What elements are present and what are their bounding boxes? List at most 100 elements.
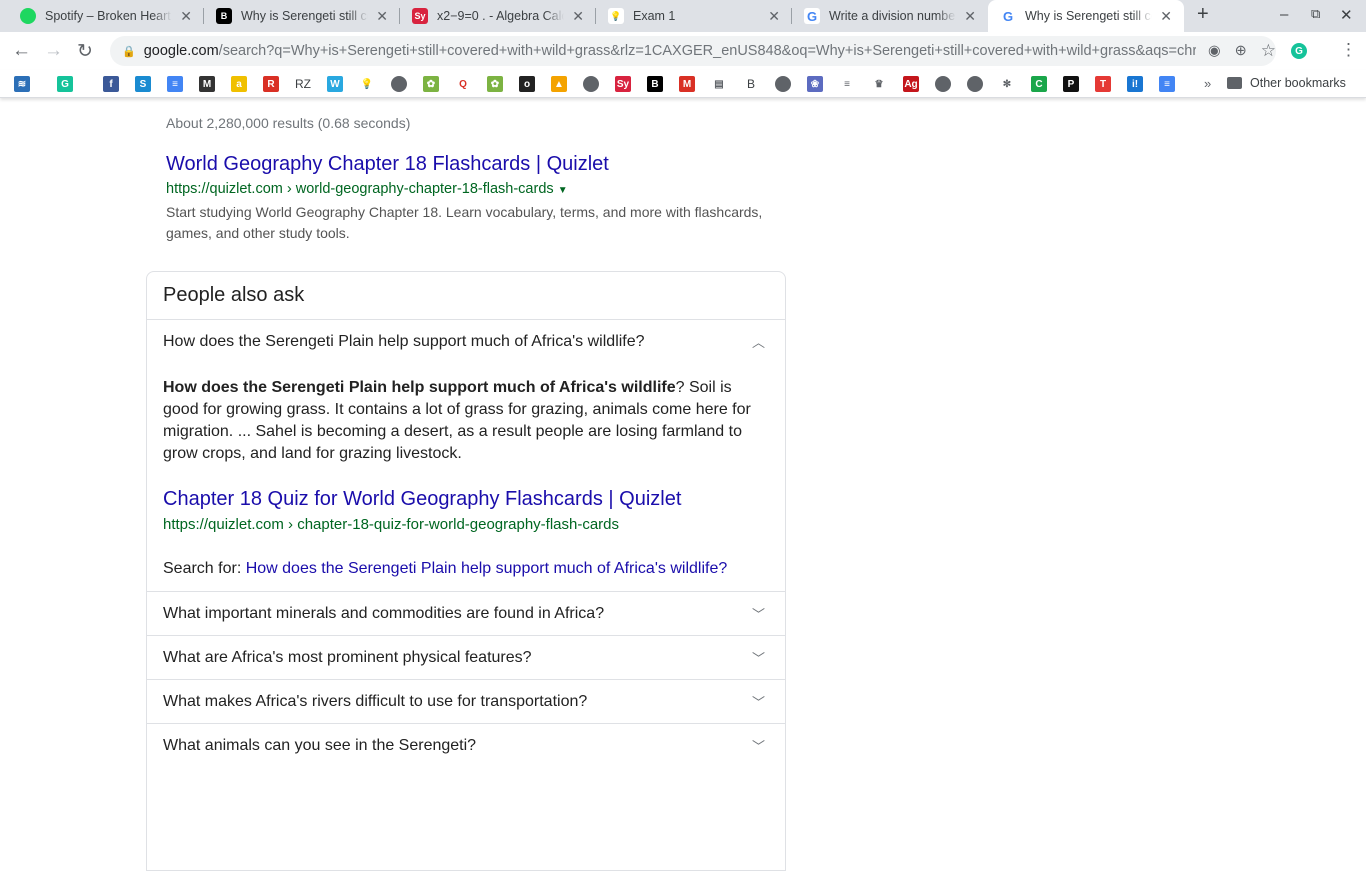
lightbulb-icon[interactable]: 💡 <box>359 76 375 92</box>
address-bar[interactable]: 🔒 google.com/search?q=Why+is+Serengeti+s… <box>110 36 1276 66</box>
close-tab-icon[interactable]: ✕ <box>180 8 192 25</box>
facebook-icon[interactable]: f <box>103 76 119 92</box>
question-text: What animals can you see in the Serenget… <box>163 736 477 754</box>
tab[interactable]: Sy x2−9=0 . - Algebra Calculator ✕ <box>400 0 596 32</box>
tab[interactable]: G Write a division number ✕ <box>792 0 988 32</box>
globe-icon[interactable] <box>391 76 407 92</box>
gear-icon[interactable]: ✻ <box>999 76 1015 92</box>
paa-question[interactable]: What makes Africa's rivers difficult to … <box>147 679 785 723</box>
m-icon[interactable]: M <box>679 76 695 92</box>
s-icon[interactable]: S <box>135 76 151 92</box>
people-also-ask: People also ask How does the Serengeti P… <box>146 271 786 871</box>
close-tab-icon[interactable]: ✕ <box>376 8 388 25</box>
google-icon: G <box>1000 8 1016 24</box>
page-icon[interactable]: ▤ <box>711 76 727 92</box>
other-bookmarks[interactable]: Other bookmarks <box>1227 76 1346 90</box>
restore-button[interactable]: ⧉ <box>1311 6 1320 22</box>
i-icon[interactable]: i! <box>1127 76 1143 92</box>
result-url[interactable]: https://quizlet.com › world-geography-ch… <box>166 181 568 197</box>
close-tab-icon[interactable]: ✕ <box>1160 8 1172 25</box>
new-tab-button[interactable]: + <box>1197 3 1209 26</box>
grammarly-extension-icon[interactable]: G <box>1291 43 1307 59</box>
brainly-icon[interactable]: B <box>647 76 663 92</box>
tab-title: x2−9=0 . - Algebra Calculator <box>437 9 564 23</box>
tab[interactable]: 💡 Exam 1 ✕ <box>596 0 792 32</box>
url-host: google.com <box>143 43 219 59</box>
menu-icon[interactable]: ⋮ <box>1340 40 1357 60</box>
forward-button[interactable]: → <box>44 40 63 62</box>
paa-question-expanded[interactable]: How does the Serengeti Plain help suppor… <box>147 319 785 363</box>
answer-source-url[interactable]: https://quizlet.com › chapter-18-quiz-fo… <box>163 514 769 536</box>
tab-title: Spotify – Broken Heart <box>45 9 171 23</box>
paa-question[interactable]: What important minerals and commodities … <box>147 591 785 635</box>
answer-source-title[interactable]: Chapter 18 Quiz for World Geography Flas… <box>163 488 769 510</box>
search-for: Search for: How does the Serengeti Plain… <box>163 558 769 580</box>
toolbar: ← → ↻ 🔒 google.com/search?q=Why+is+Seren… <box>0 32 1366 70</box>
result-title[interactable]: World Geography Chapter 18 Flashcards | … <box>166 153 609 176</box>
close-tab-icon[interactable]: ✕ <box>964 8 976 25</box>
spotify-icon <box>20 8 36 24</box>
zoom-icon[interactable]: ⊕ <box>1235 43 1247 59</box>
answer-bold: How does the Serengeti Plain help suppor… <box>163 379 676 396</box>
reload-button[interactable]: ↻ <box>77 40 93 63</box>
rz-bookmark[interactable]: RZ <box>295 76 311 92</box>
close-tab-icon[interactable]: ✕ <box>572 8 584 25</box>
a-icon[interactable]: a <box>231 76 247 92</box>
result-stats: About 2,280,000 results (0.68 seconds) <box>166 115 411 131</box>
t-icon[interactable]: T <box>1095 76 1111 92</box>
close-window-button[interactable]: ✕ <box>1340 6 1353 24</box>
chevron-down-icon: ﹀ <box>751 607 765 622</box>
lines-icon[interactable]: ≡ <box>839 76 855 92</box>
tab[interactable]: Spotify – Broken Heart ✕ <box>8 0 204 32</box>
brainly-icon: B <box>216 8 232 24</box>
question-text: What are Africa's most prominent physica… <box>163 648 532 666</box>
rainbow-icon[interactable]: ▲ <box>551 76 567 92</box>
tab[interactable]: G Why is Serengeti still covered ✕ <box>988 0 1184 32</box>
other-bookmarks-label: Other bookmarks <box>1250 76 1346 90</box>
grammarly-icon[interactable]: G <box>57 76 73 92</box>
caret-down-icon[interactable]: ▼ <box>558 185 568 196</box>
paa-question[interactable]: What animals can you see in the Serenget… <box>147 723 785 767</box>
tab-title: Exam 1 <box>633 9 676 23</box>
clover-icon[interactable]: ✿ <box>423 76 439 92</box>
result-snippet: Start studying World Geography Chapter 1… <box>166 204 763 241</box>
leaf-icon[interactable]: ❀ <box>807 76 823 92</box>
paa-answer: How does the Serengeti Plain help suppor… <box>147 363 785 591</box>
more-bookmarks-chevron[interactable]: » <box>1204 76 1211 91</box>
lock-icon: 🔒 <box>122 45 136 58</box>
ag-icon[interactable]: Ag <box>903 76 919 92</box>
chevron-down-icon: ﹀ <box>751 739 765 754</box>
close-tab-icon[interactable]: ✕ <box>768 8 780 25</box>
quizlet-icon[interactable]: Q <box>455 76 471 92</box>
search-for-link[interactable]: How does the Serengeti Plain help suppor… <box>246 560 728 577</box>
clover-icon[interactable]: ✿ <box>487 76 503 92</box>
back-button[interactable]: ← <box>12 40 31 62</box>
b-bookmark[interactable]: B <box>743 76 759 92</box>
globe-icon[interactable] <box>775 76 791 92</box>
p-icon[interactable]: P <box>1063 76 1079 92</box>
folder-icon <box>1227 77 1242 89</box>
tab-title: Write a division number <box>829 9 957 23</box>
docs-icon[interactable]: ≡ <box>1159 76 1175 92</box>
crown-icon[interactable]: ♛ <box>871 76 887 92</box>
star-icon[interactable]: ☆ <box>1261 41 1276 61</box>
location-icon[interactable]: ◉ <box>1208 43 1221 59</box>
m-icon[interactable]: M <box>199 76 215 92</box>
minimize-button[interactable]: – <box>1280 6 1288 23</box>
tab-strip: – ⧉ ✕ + Spotify – Broken Heart ✕ B Why is S… <box>0 0 1366 32</box>
o-icon[interactable]: o <box>519 76 535 92</box>
globe-icon[interactable] <box>935 76 951 92</box>
stack-icon[interactable]: ≋ <box>14 76 30 92</box>
symbolab-icon[interactable]: Sy <box>615 76 631 92</box>
docs-icon[interactable]: ≡ <box>167 76 183 92</box>
google-icon: G <box>804 8 820 24</box>
c-icon[interactable]: C <box>1031 76 1047 92</box>
tr-icon[interactable]: R <box>263 76 279 92</box>
paa-question[interactable]: What are Africa's most prominent physica… <box>147 635 785 679</box>
chevron-down-icon: ﹀ <box>751 695 765 710</box>
globe-icon[interactable] <box>583 76 599 92</box>
tab[interactable]: B Why is Serengeti still covered ✕ <box>204 0 400 32</box>
w-icon[interactable]: W <box>327 76 343 92</box>
question-text: How does the Serengeti Plain help suppor… <box>163 332 645 350</box>
globe-icon[interactable] <box>967 76 983 92</box>
